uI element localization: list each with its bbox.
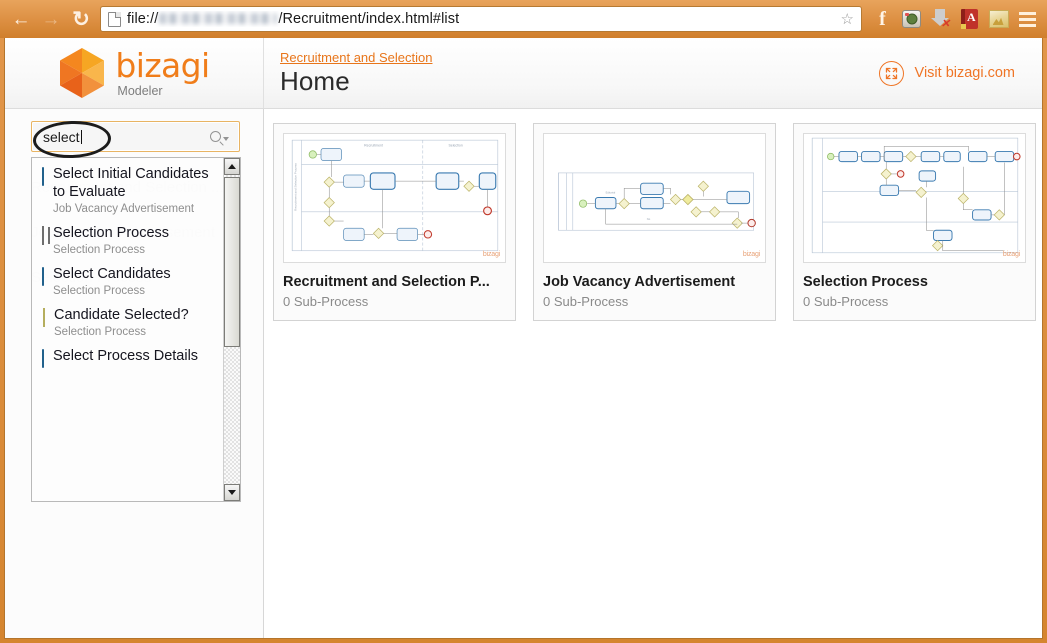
- scrollbar-thumb[interactable]: [224, 177, 240, 347]
- svg-text:Selection: Selection: [448, 143, 462, 147]
- scroll-down-button[interactable]: [224, 484, 240, 501]
- page-viewport: bizagi Modeler Recruitment and Selection…: [4, 38, 1043, 639]
- search-icon[interactable]: [210, 131, 229, 142]
- svg-text:Recruitment and Selection Proc: Recruitment and Selection Process: [293, 163, 297, 211]
- dropdown-scrollbar[interactable]: [223, 158, 240, 501]
- process-card[interactable]: Recruitment Selection Recruitment and Se…: [273, 123, 516, 321]
- card-title: Recruitment and Selection P...: [283, 274, 490, 290]
- page-icon: [108, 11, 121, 27]
- suggestion-name: Selection Process: [53, 225, 170, 241]
- search-input-value: select: [43, 128, 80, 145]
- suggestion-parent: Selection Process: [54, 326, 147, 338]
- process-card-grid: Recruitment Selection Recruitment and Se…: [264, 109, 1042, 638]
- page-title: Home: [280, 65, 350, 96]
- back-button[interactable]: ←: [6, 0, 36, 38]
- suggestion-parent: Job Vacancy Advertisement: [53, 203, 195, 215]
- instagram-extension-icon[interactable]: [897, 0, 926, 38]
- gateway-icon: [42, 308, 45, 327]
- process-card[interactable]: Editorial No bizagi Job Vacancy Advertis…: [533, 123, 776, 321]
- bizagi-cube-icon: [58, 47, 106, 99]
- title-zone: Recruitment and Selection Home: [264, 50, 432, 97]
- url-prefix: file://: [127, 11, 159, 27]
- bookmark-star-icon[interactable]: ☆: [841, 12, 854, 27]
- card-subtitle: 0 Sub-Process: [803, 294, 889, 309]
- suggestion-name: Select Process Details: [53, 348, 199, 364]
- browser-window: ← → ↻ file:// /Recruitment/index.html#li…: [0, 0, 1047, 643]
- process-card[interactable]: bizagi Selection Process 0 Sub-Process: [793, 123, 1036, 321]
- scroll-up-button[interactable]: [224, 158, 240, 175]
- search-input[interactable]: select: [32, 129, 210, 145]
- body: Recruitment and Selection ... Job Vacanc…: [5, 109, 1042, 638]
- search-suggestions-dropdown[interactable]: Select Initial Candidates to Evaluate Jo…: [31, 157, 241, 502]
- list-item[interactable]: Select Process Details: [32, 344, 223, 371]
- url-redacted-path: [159, 13, 278, 24]
- svg-text:No: No: [647, 217, 651, 221]
- logo-wordmark: bizagi: [115, 45, 210, 85]
- card-subtitle: 0 Sub-Process: [283, 294, 369, 309]
- reload-button[interactable]: ↻: [66, 0, 96, 38]
- forward-button[interactable]: →: [36, 0, 66, 38]
- sub-process-icon: [42, 226, 44, 245]
- dictionary-extension-icon[interactable]: [955, 0, 984, 38]
- browser-menu-icon[interactable]: [1013, 0, 1042, 38]
- scrollbar-track[interactable]: [224, 175, 240, 484]
- card-subtitle: 0 Sub-Process: [543, 294, 629, 309]
- task-icon: [42, 349, 44, 368]
- text-caret: [80, 129, 82, 144]
- visit-bizagi-link[interactable]: Visit bizagi.com: [878, 60, 1015, 86]
- breadcrumb[interactable]: Recruitment and Selection: [280, 50, 432, 65]
- url-text: file:// /Recruitment/index.html#list: [127, 11, 459, 27]
- suggestion-parent: Selection Process: [53, 285, 146, 297]
- bizagi-logo[interactable]: bizagi Modeler: [5, 38, 264, 108]
- suggestion-parent: Selection Process: [53, 244, 146, 256]
- card-title: Job Vacancy Advertisement: [543, 274, 736, 290]
- svg-text:Editorial: Editorial: [606, 190, 616, 194]
- task-icon: [42, 267, 44, 286]
- bizagi-watermark: bizagi: [1002, 251, 1020, 258]
- card-title: Selection Process: [803, 274, 928, 290]
- svg-text:Recruitment: Recruitment: [364, 143, 383, 147]
- suggestion-name: Candidate Selected?: [54, 307, 189, 323]
- url-suffix: /Recruitment/index.html#list: [278, 11, 460, 27]
- recruitment-selection-diagram-thumbnail: Recruitment Selection Recruitment and Se…: [283, 133, 506, 263]
- browser-toolbar: ← → ↻ file:// /Recruitment/index.html#li…: [0, 0, 1047, 38]
- visit-bizagi-label: Visit bizagi.com: [914, 65, 1015, 81]
- facebook-extension-icon[interactable]: f: [868, 0, 897, 38]
- task-icon: [42, 167, 44, 186]
- search-box[interactable]: select: [31, 121, 240, 152]
- bizagi-watermark: bizagi: [482, 251, 500, 258]
- app-header: bizagi Modeler Recruitment and Selection…: [5, 38, 1042, 109]
- list-item[interactable]: Candidate Selected? Selection Process: [32, 303, 223, 344]
- list-item[interactable]: Selection Process Selection Process: [32, 221, 223, 262]
- logo-subtitle: Modeler: [117, 83, 163, 98]
- extension-icons: f ✕: [868, 0, 1042, 38]
- suggestion-list: Select Initial Candidates to Evaluate Jo…: [32, 158, 223, 501]
- suggestion-name: Select Initial Candidates to Evaluate: [53, 166, 209, 200]
- selection-process-diagram-thumbnail: bizagi: [803, 133, 1026, 263]
- list-item[interactable]: Select Candidates Selection Process: [32, 262, 223, 303]
- image-extension-icon[interactable]: [984, 0, 1013, 38]
- expand-icon: [878, 60, 904, 86]
- address-bar[interactable]: file:// /Recruitment/index.html#list ☆: [100, 6, 862, 32]
- suggestion-name: Select Candidates: [53, 266, 171, 282]
- list-item[interactable]: Select Initial Candidates to Evaluate Jo…: [32, 162, 223, 221]
- download-extension-icon[interactable]: ✕: [926, 0, 955, 38]
- sidebar: Recruitment and Selection ... Job Vacanc…: [5, 109, 264, 638]
- bizagi-watermark: bizagi: [742, 251, 760, 258]
- job-vacancy-advertisement-diagram-thumbnail: Editorial No bizagi: [543, 133, 766, 263]
- chevron-down-icon: [223, 136, 229, 141]
